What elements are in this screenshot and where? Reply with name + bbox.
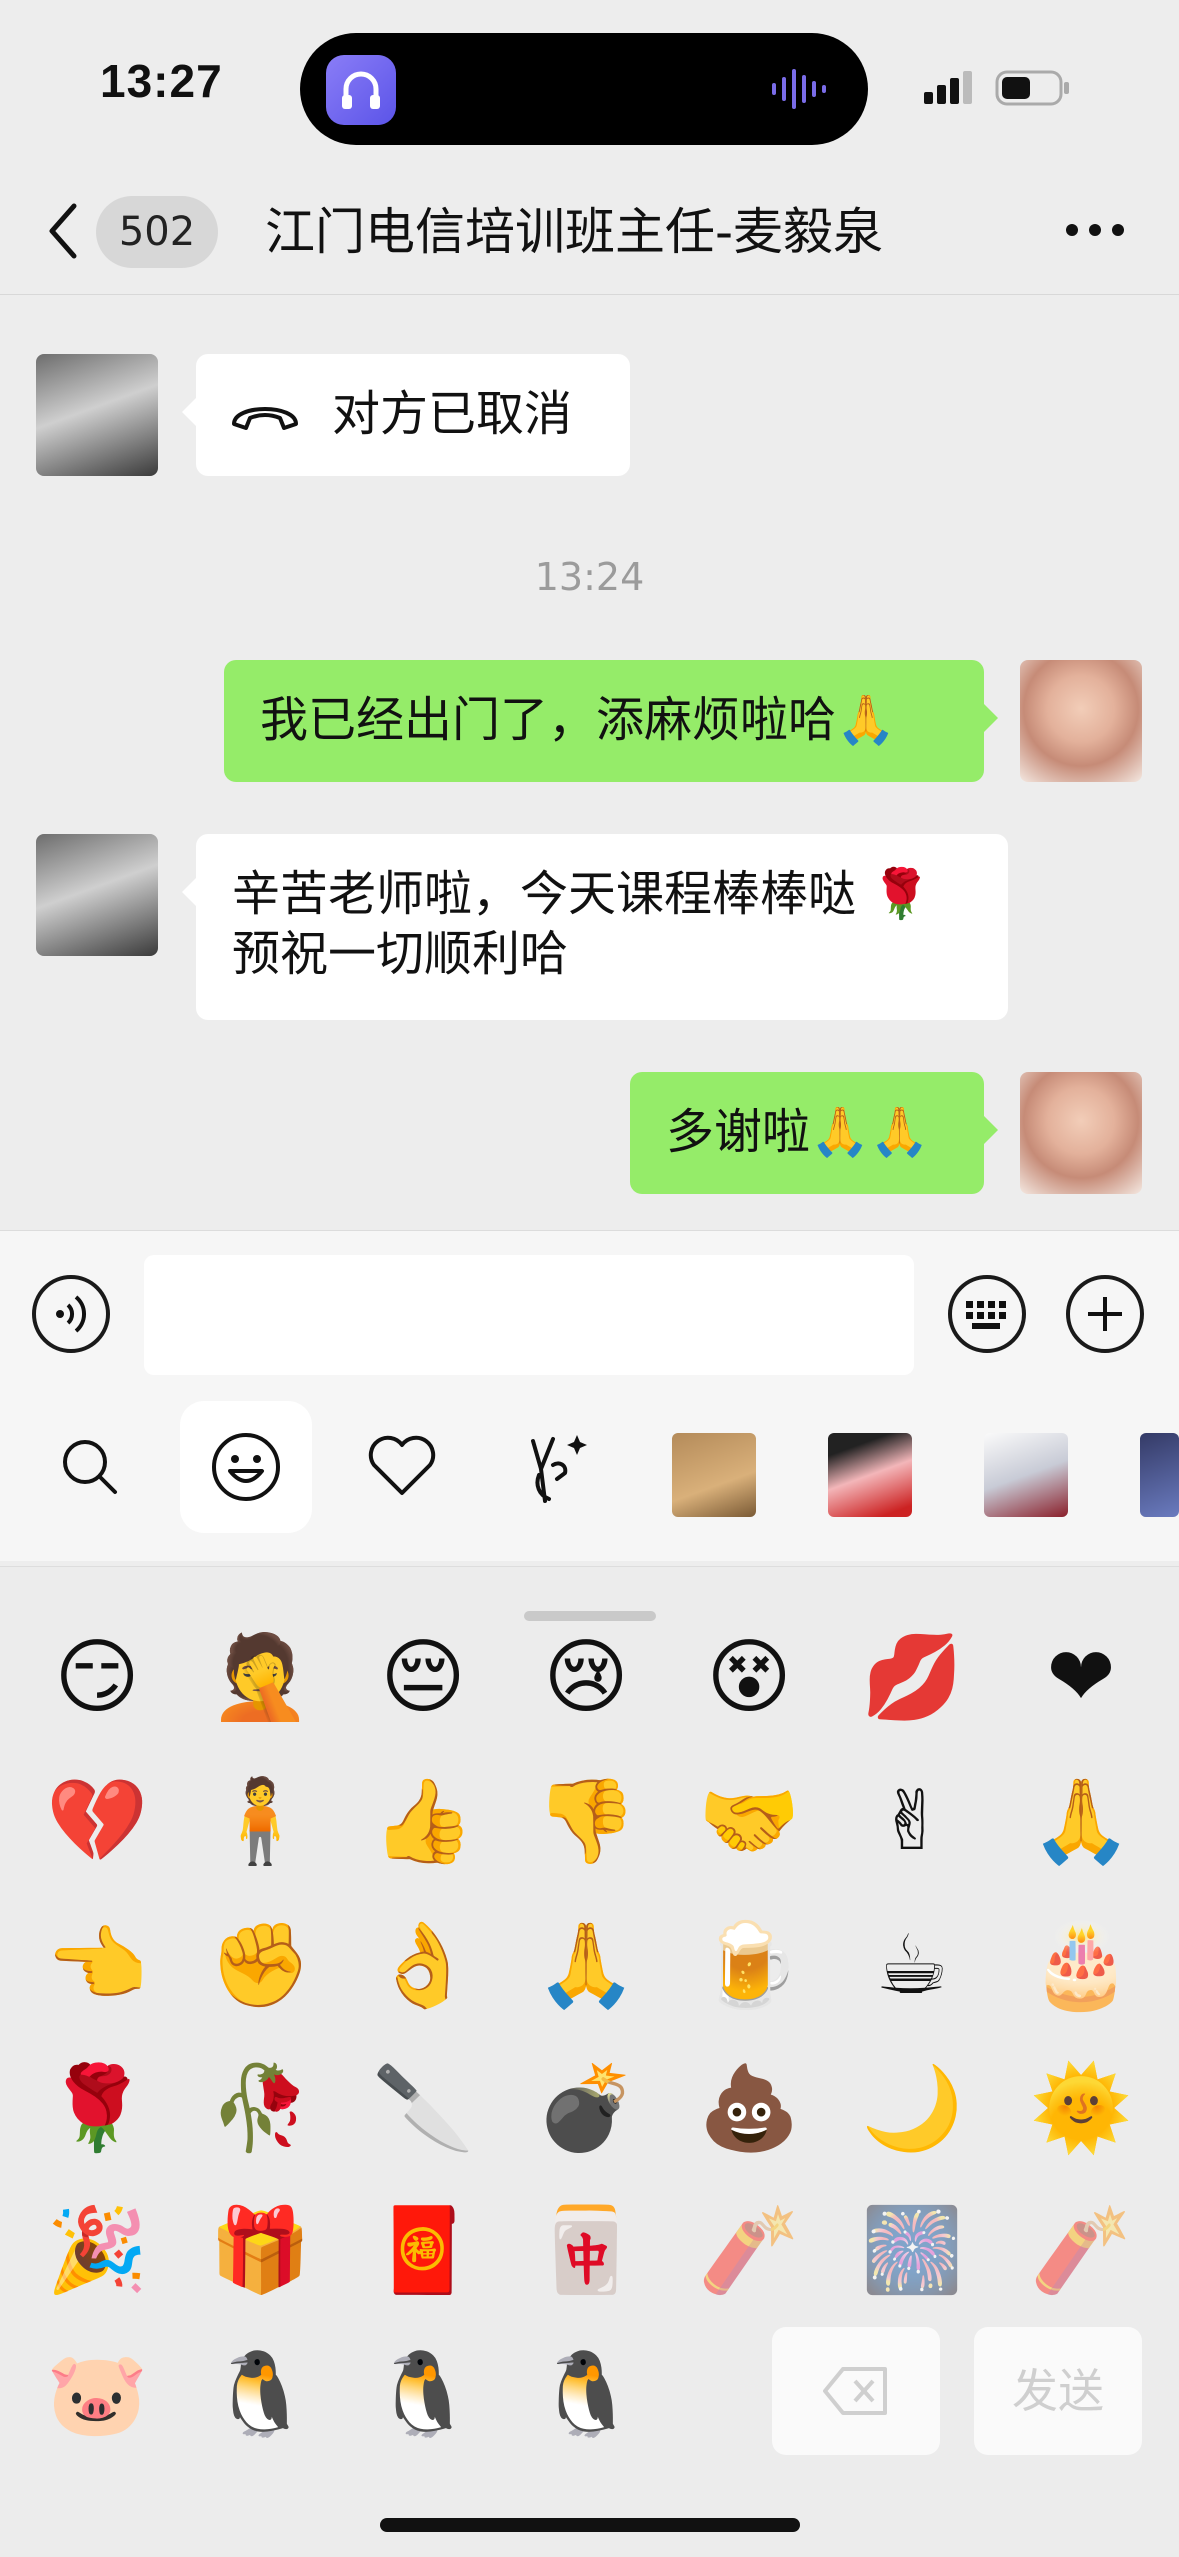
sticker-pack-partial[interactable] [1140, 1433, 1179, 1517]
emoji-item[interactable]: 🌞 [1026, 2054, 1136, 2164]
battery-icon [995, 70, 1069, 106]
phone-hangup-icon [232, 407, 298, 430]
smiley-face-icon [212, 1433, 280, 1501]
sticker-pack-anime-white-hair[interactable] [984, 1433, 1068, 1517]
emoji-panel: 😏 🤦 😔 😢 😵 💋 ❤ 💔 🧍 👍 👎 🤝 ✌ 🙏 👈 ✊ 👌 🙏 🍺 ☕ 🎂 🌹 🥀 🔪 💣 💩 🌙 🌞 🎉 🎁 🧧 🀄 🧨 🎆 🧨 🐷 🐧 🐧 🐧 … [0, 1566, 1179, 2557]
voice-wave-icon [56, 1295, 87, 1333]
my-avatar[interactable] [1020, 1072, 1142, 1194]
sticker-pack-anime-girl[interactable] [828, 1433, 912, 1517]
rose-emoji-icon: 🌹 [871, 866, 932, 922]
delete-button[interactable] [772, 2327, 940, 2455]
emoji-item[interactable]: 👌 [368, 1911, 478, 2021]
call-message-bubble[interactable]: 对方已取消 [182, 354, 630, 476]
message-text: 多谢啦 [666, 1104, 811, 1160]
emoji-item[interactable]: 🐷 [42, 2340, 152, 2450]
message-timestamp: 13:24 [534, 555, 645, 599]
emoji-item[interactable]: 🙏 [1026, 1767, 1136, 1877]
chat-header: 502 江门电信培训班主任-麦毅泉 [0, 170, 1179, 295]
more-options-icon[interactable] [1060, 200, 1130, 260]
emoji-item[interactable]: 🤝 [694, 1767, 804, 1877]
emoji-item[interactable]: 🎉 [42, 2196, 152, 2306]
contact-avatar[interactable] [36, 354, 158, 476]
my-avatar[interactable] [1020, 660, 1142, 782]
my-message-bubble[interactable]: 多谢啦🙏🙏 [630, 1072, 998, 1194]
emoji-item[interactable]: 👈 [42, 1911, 152, 2021]
emoji-item[interactable]: 🐧 [205, 2340, 315, 2450]
emoji-item[interactable]: 🌹 [42, 2054, 152, 2164]
tab-search[interactable] [24, 1401, 156, 1533]
emoji-item[interactable]: 🐧 [531, 2340, 641, 2450]
emoji-item[interactable]: 😵 [694, 1623, 804, 1733]
input-bar [0, 1230, 1179, 1561]
keyboard-toggle-button[interactable] [948, 1275, 1026, 1353]
tab-emoji[interactable] [180, 1401, 312, 1533]
keyboard-icon [966, 1301, 1006, 1329]
audio-wave-icon [772, 69, 826, 109]
emoji-item[interactable]: 🧧 [368, 2196, 478, 2306]
emoji-item[interactable]: 🙏 [531, 1911, 641, 2021]
more-functions-button[interactable] [1066, 1275, 1144, 1353]
emoji-item[interactable]: ✌ [857, 1767, 967, 1877]
back-arrow-icon[interactable] [40, 196, 90, 266]
emoji-item[interactable]: 🧍 [205, 1767, 315, 1877]
emoji-item[interactable]: 💔 [42, 1767, 152, 1877]
message-text-line2: 预祝一切顺利哈 [232, 926, 569, 982]
emoji-item[interactable]: 🥀 [205, 2054, 315, 2164]
headphone-app-icon [326, 55, 396, 125]
voice-input-button[interactable] [32, 1275, 110, 1353]
emoji-item[interactable]: 🀄 [531, 2196, 641, 2306]
emoji-item[interactable]: 🔪 [368, 2054, 478, 2164]
contact-message-bubble[interactable]: 辛苦老师啦，今天课程棒棒哒 🌹 预祝一切顺利哈 [182, 834, 1008, 1020]
emoji-item[interactable]: 😔 [368, 1623, 478, 1733]
emoji-item[interactable]: 🎆 [857, 2196, 967, 2306]
dynamic-island[interactable] [300, 33, 868, 145]
emoji-item[interactable]: 💋 [857, 1623, 967, 1733]
emoji-item[interactable]: 🎂 [1026, 1911, 1136, 2021]
sticker-pack-capybara[interactable] [672, 1433, 756, 1517]
call-status-text: 对方已取消 [332, 386, 573, 442]
panel-drag-handle[interactable] [524, 1611, 656, 1621]
emoji-item[interactable]: 🌙 [857, 2054, 967, 2164]
backspace-icon [823, 2367, 887, 2415]
cellular-signal-icon [924, 71, 972, 104]
emoji-item[interactable]: 🍺 [694, 1911, 804, 2021]
emoji-item[interactable]: 🐧 [368, 2340, 478, 2450]
emoji-item[interactable]: 🤦 [205, 1623, 315, 1733]
emoji-item[interactable]: 😏 [42, 1623, 152, 1733]
tab-gestures[interactable] [492, 1401, 624, 1533]
heart-icon [368, 1435, 436, 1495]
emoji-item[interactable]: ✊ [205, 1911, 315, 2021]
my-message-bubble[interactable]: 我已经出门了，添麻烦啦哈🙏 [224, 660, 998, 782]
send-button[interactable]: 发送 [974, 2327, 1142, 2455]
emoji-item[interactable]: 💩 [694, 2054, 804, 2164]
emoji-item[interactable]: ☕ [857, 1911, 967, 2021]
emoji-item[interactable]: ❤ [1026, 1623, 1136, 1733]
home-indicator [380, 2518, 800, 2532]
search-icon [63, 1440, 117, 1494]
emoji-item[interactable]: 🧨 [694, 2196, 804, 2306]
emoji-item[interactable]: 😢 [531, 1623, 641, 1733]
emoji-item[interactable]: 👎 [531, 1767, 641, 1877]
contact-avatar[interactable] [36, 834, 158, 956]
message-text-line1: 辛苦老师啦，今天课程棒棒哒 [232, 866, 857, 922]
tab-favorites[interactable] [336, 1401, 468, 1533]
emoji-item[interactable]: 🧨 [1026, 2196, 1136, 2306]
emoji-item[interactable]: 💣 [531, 2054, 641, 2164]
unread-count-badge[interactable]: 502 [96, 196, 218, 268]
pray-emoji-icon: 🙏 [836, 692, 896, 748]
message-input[interactable] [144, 1255, 914, 1375]
emoji-item[interactable]: 🎁 [205, 2196, 315, 2306]
emoji-item[interactable]: 👍 [368, 1767, 478, 1877]
status-time: 13:27 [100, 55, 223, 107]
emoji-category-tabs [0, 1401, 1179, 1561]
pray-emoji-icon: 🙏🙏 [810, 1104, 930, 1160]
peace-hand-icon [531, 1435, 587, 1503]
message-text: 我已经出门了，添麻烦啦哈 [260, 692, 837, 748]
plus-icon [1088, 1297, 1122, 1331]
chat-title: 江门电信培训班主任-麦毅泉 [265, 203, 884, 261]
